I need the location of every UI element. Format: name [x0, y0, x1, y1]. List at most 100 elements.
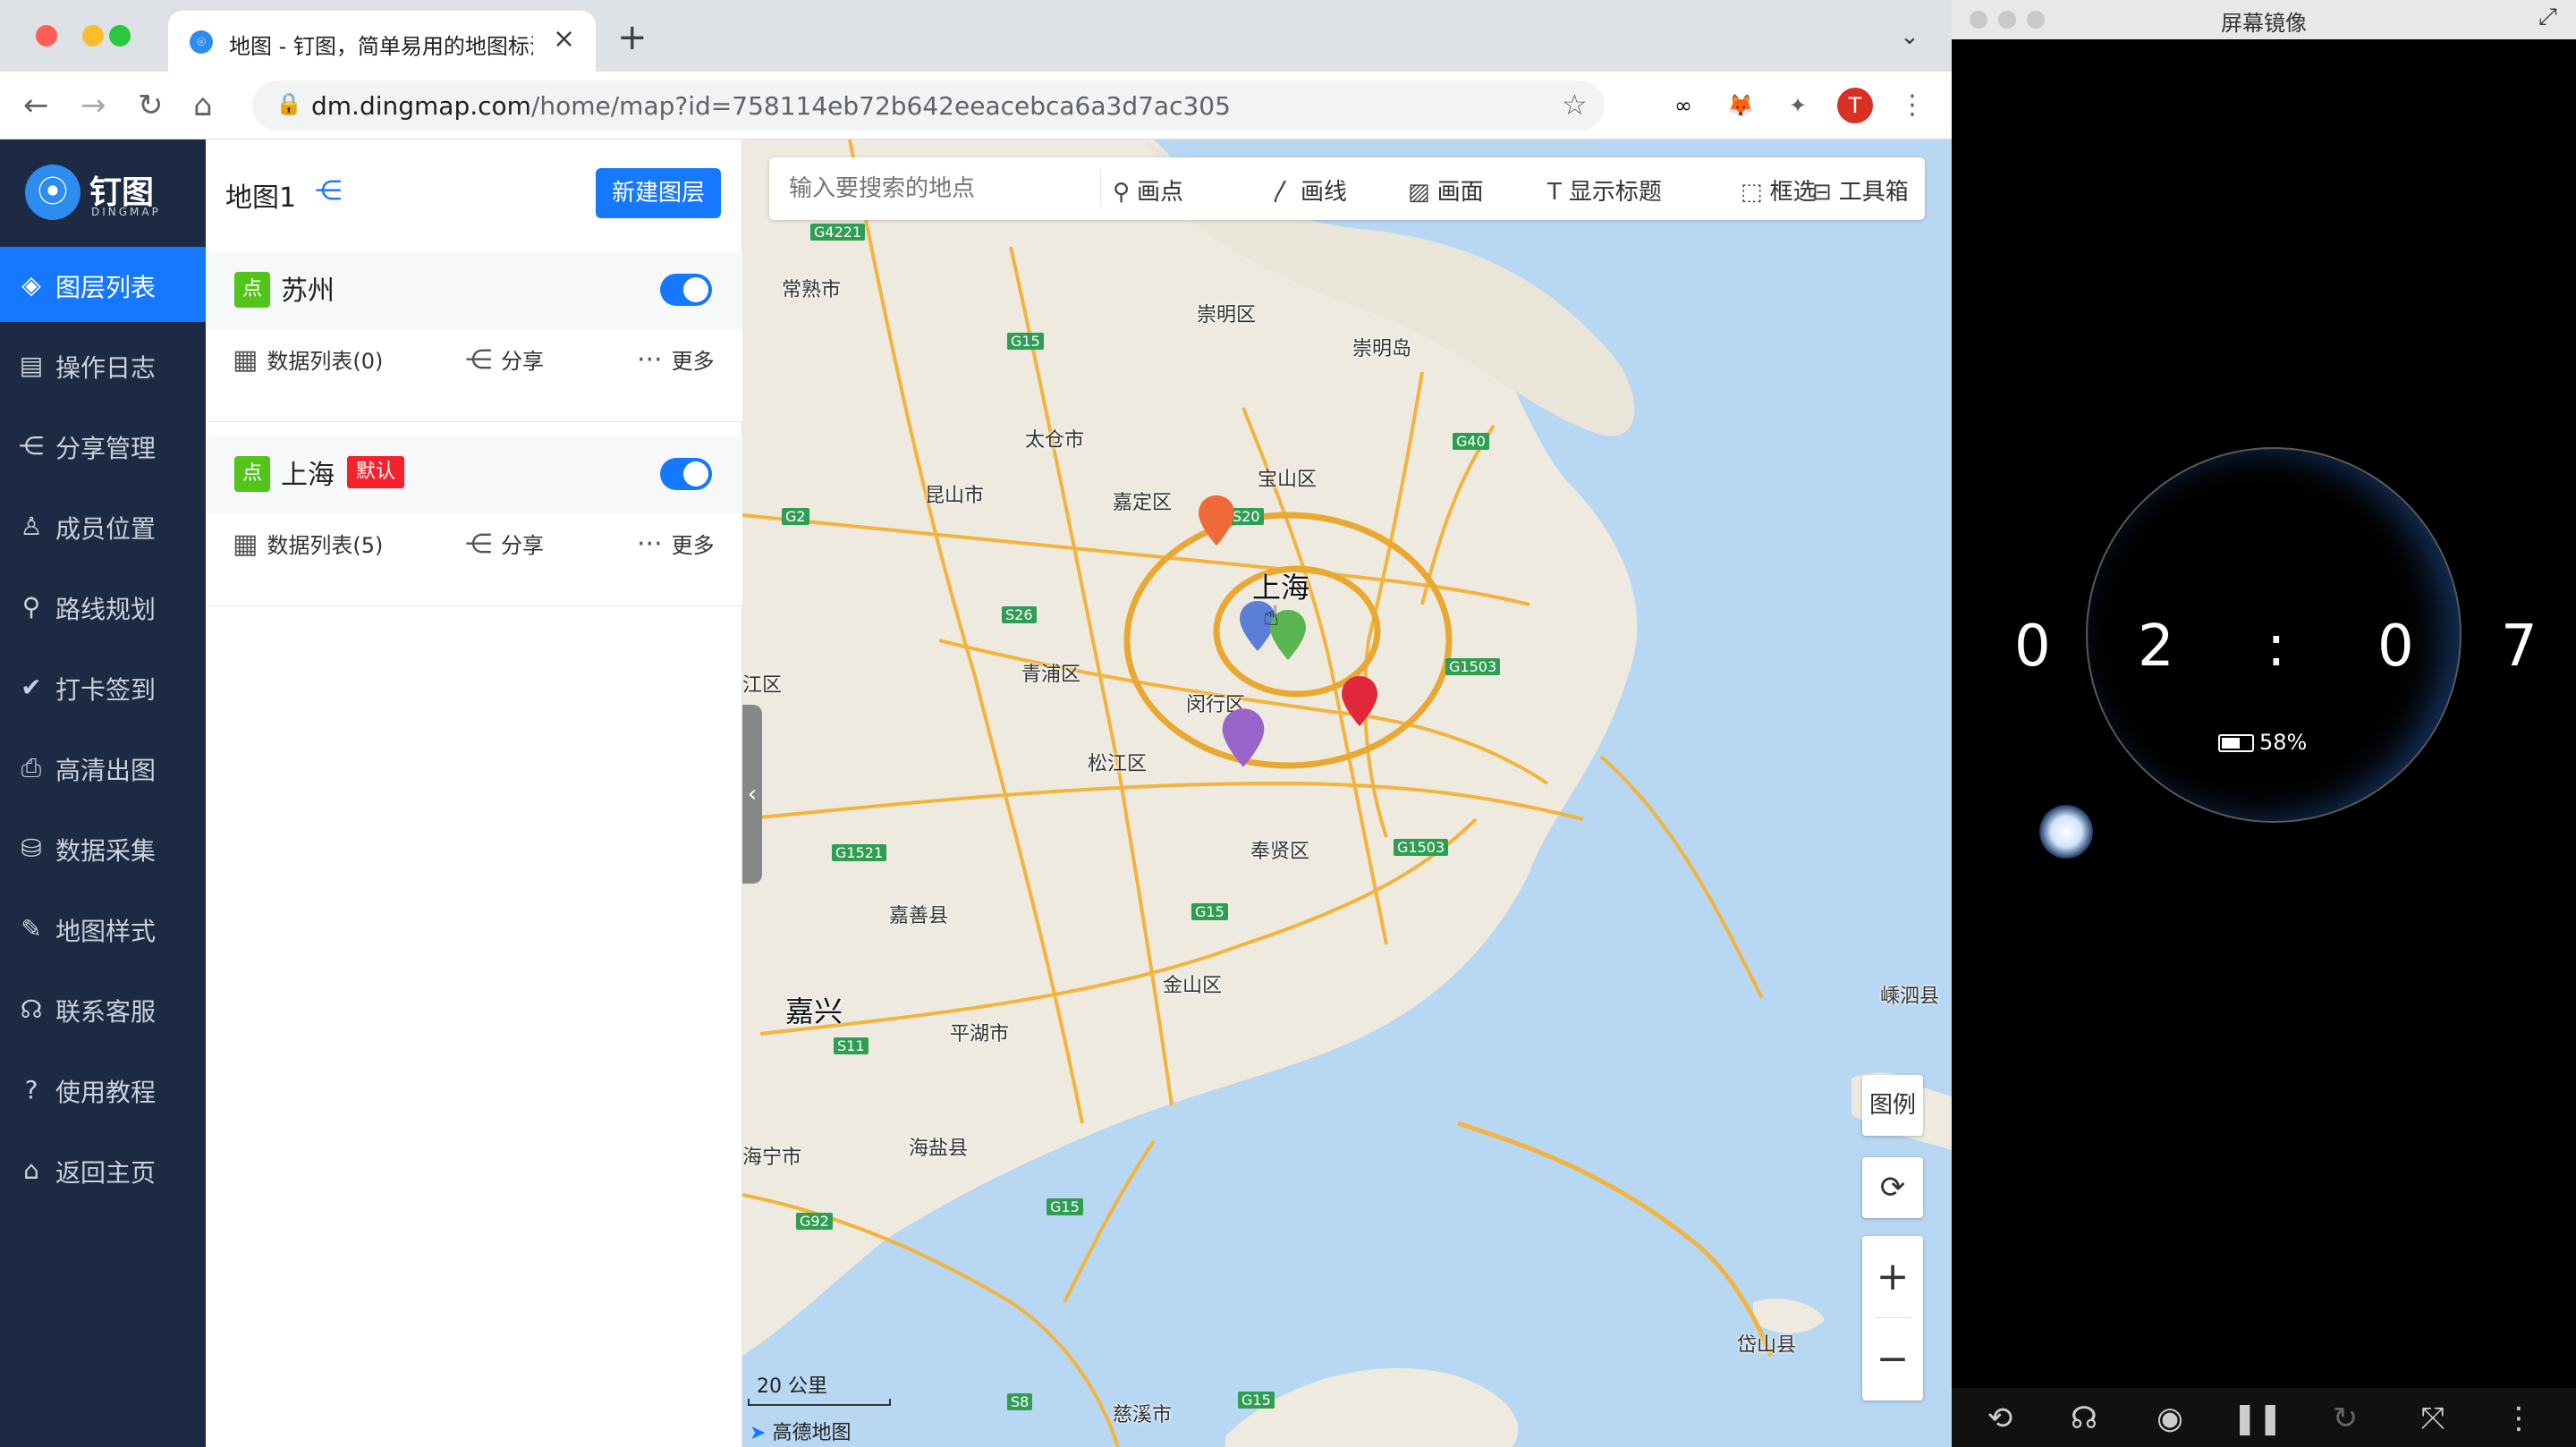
new-tab-button[interactable]: +: [617, 20, 648, 55]
clock-digit: 0: [2014, 613, 2051, 680]
tool-label: 框选: [1769, 179, 1817, 206]
nav-label: 联系客服: [55, 997, 157, 1027]
profile-avatar[interactable]: T: [1837, 88, 1873, 123]
layer-data-list-button[interactable]: ▦ 数据列表(0): [233, 343, 383, 376]
close-window-button[interactable]: [36, 25, 57, 47]
reset-rotation-icon[interactable]: ⟳: [1862, 1157, 1923, 1218]
nav-map-style[interactable]: ✎ 地图样式: [0, 891, 206, 966]
place-label: 金山区: [1163, 975, 1223, 997]
dingmap-logo[interactable]: ⦿ 钉图 DINGMAP: [25, 165, 186, 227]
nav-back-home[interactable]: ⌂ 返回主页: [0, 1132, 206, 1207]
layer-visibility-toggle[interactable]: [660, 274, 712, 306]
layer-data-list-button[interactable]: ▦ 数据列表(5): [233, 528, 383, 560]
place-search-input[interactable]: [769, 157, 1100, 220]
more-dots-icon: ···: [637, 529, 663, 560]
zoom-out-icon[interactable]: −: [1862, 1318, 1923, 1400]
road-line: [1063, 1139, 1156, 1303]
zoom-in-icon[interactable]: +: [1862, 1236, 1923, 1318]
select-box-icon: ⬚: [1741, 179, 1763, 206]
briefcase-icon: ⊟: [1812, 179, 1832, 206]
dingmap-favicon-icon: ⌾: [190, 30, 213, 54]
box-select-button[interactable]: ⬚ 框选: [1741, 173, 1817, 207]
hangzhou-bay-bridge: [1457, 1121, 1774, 1357]
share-label: 分享: [501, 533, 544, 558]
nav-label: 高清出图: [55, 756, 157, 785]
nav-label: 地图样式: [55, 917, 157, 946]
map-title[interactable]: 地图1: [225, 175, 296, 215]
data-list-label: 数据列表(0): [267, 349, 384, 374]
logo-subtext: DINGMAP: [91, 206, 161, 218]
legend-button[interactable]: 图例: [1862, 1075, 1923, 1136]
place-label: 江区: [742, 674, 783, 697]
back-arrow-icon[interactable]: ←: [23, 88, 49, 123]
nav-hd-export[interactable]: ⎙ 高清出图: [0, 730, 206, 805]
layer-type-badge: 点: [234, 272, 270, 308]
map-marker-purple[interactable]: [1220, 707, 1267, 769]
toolbox-button[interactable]: ⊟ 工具箱: [1812, 173, 1909, 207]
bookmark-star-icon[interactable]: ☆: [1562, 88, 1588, 122]
browser-toolbar: ← → ↻ ⌂ 🔒 dm.dingmap.com/home/map?id=758…: [0, 72, 1952, 140]
draw-line-button[interactable]: 〳画线: [1270, 173, 1347, 207]
show-title-button[interactable]: T 显示标题: [1547, 173, 1662, 207]
minimize-window-button[interactable]: [82, 25, 104, 47]
pause-icon[interactable]: ❚❚: [2231, 1400, 2284, 1436]
mirror-expand-icon[interactable]: ⤢: [2538, 4, 2557, 31]
extensions-puzzle-icon[interactable]: ✦: [1780, 88, 1816, 123]
nav-layer-list[interactable]: ◈ 图层列表: [0, 247, 206, 322]
nav-check-in[interactable]: ✔ 打卡签到: [0, 649, 206, 724]
fullscreen-icon[interactable]: ⤧: [2406, 1400, 2460, 1436]
new-layer-button[interactable]: 新建图层: [596, 168, 721, 218]
reload-icon[interactable]: ↻: [138, 88, 164, 123]
battery-percent: 58%: [2259, 730, 2308, 755]
place-label: 常熟市: [782, 279, 842, 301]
zoom-window-button[interactable]: [109, 25, 131, 47]
browser-tab[interactable]: ⌾ 地图 - 钉图，简单易用的地图标注 ×: [168, 11, 596, 72]
layer-visibility-toggle[interactable]: [660, 458, 712, 490]
tab-search-chevron-icon[interactable]: ⌄: [1900, 23, 1919, 50]
extension-fox-icon[interactable]: 🦊: [1723, 88, 1758, 123]
extension-infinity-icon[interactable]: ∞: [1665, 88, 1701, 123]
nav-share-manage[interactable]: ⋲ 分享管理: [0, 408, 206, 483]
map-marker-red[interactable]: [1340, 674, 1379, 728]
more-vertical-icon[interactable]: ⋮: [2492, 1400, 2546, 1436]
log-icon: ▤: [19, 351, 44, 380]
glowing-orb: [2039, 805, 2093, 859]
layer-header[interactable]: 点 苏州: [206, 252, 742, 329]
eye-sd-icon[interactable]: ◉: [2143, 1400, 2197, 1436]
nav-label: 返回主页: [55, 1158, 157, 1188]
map-marker-orange[interactable]: [1197, 494, 1236, 547]
dingmap-app: ⦿ 钉图 DINGMAP ◈ 图层列表 ▤ 操作日志 ⋲ 分享管理 ♙ 成员位置…: [0, 140, 1952, 1447]
home-icon: ⌂: [23, 1155, 39, 1185]
tool-label: 工具箱: [1838, 179, 1909, 206]
nav-tutorial[interactable]: ? 使用教程: [0, 1052, 206, 1127]
refresh-icon[interactable]: ↻: [2318, 1400, 2372, 1436]
layer-more-button[interactable]: ··· 更多: [637, 528, 715, 560]
ear-audio-icon[interactable]: ☊: [2057, 1400, 2111, 1436]
donghai-bridge: [1599, 755, 1764, 999]
home-icon[interactable]: ⌂: [193, 88, 213, 123]
draw-point-button[interactable]: ⚲ 画点: [1113, 173, 1183, 207]
address-bar[interactable]: 🔒 dm.dingmap.com/home/map?id=758114eb72b…: [252, 80, 1605, 131]
layer-share-button[interactable]: ⋲ 分享: [465, 343, 544, 376]
draw-area-button[interactable]: ▨ 画面: [1408, 173, 1484, 207]
forward-arrow-icon[interactable]: →: [80, 88, 106, 123]
side-navigation: ⦿ 钉图 DINGMAP ◈ 图层列表 ▤ 操作日志 ⋲ 分享管理 ♙ 成员位置…: [0, 140, 206, 1447]
nav-member-location[interactable]: ♙ 成员位置: [0, 488, 206, 563]
nav-route-planning[interactable]: ⚲ 路线规划: [0, 569, 206, 644]
nav-contact-support[interactable]: ☊ 联系客服: [0, 971, 206, 1046]
headset-icon: ☊: [20, 994, 43, 1024]
nav-label: 路线规划: [55, 595, 157, 624]
layer-share-button[interactable]: ⋲ 分享: [465, 528, 544, 560]
battery-status: 58%: [2218, 730, 2307, 755]
nav-data-collection[interactable]: ⛁ 数据采集: [0, 810, 206, 885]
nav-operation-log[interactable]: ▤ 操作日志: [0, 327, 206, 402]
layer-more-button[interactable]: ··· 更多: [637, 343, 715, 376]
nav-label: 打卡签到: [55, 675, 157, 705]
browser-menu-icon[interactable]: ⋮: [1894, 88, 1930, 123]
collapse-panel-handle[interactable]: ‹: [742, 705, 762, 884]
map-canvas[interactable]: 常熟市 崇明区 崇明岛 太仓市 宝山区 昆山市 嘉定区 上海 江区 青浦区 闵行…: [742, 140, 1952, 1447]
rotate-screen-icon[interactable]: ⟲: [1973, 1400, 2027, 1436]
map-share-icon[interactable]: ⋲: [315, 175, 342, 207]
layer-header[interactable]: 点 上海 默认: [206, 436, 742, 513]
close-tab-icon[interactable]: ×: [553, 23, 575, 55]
